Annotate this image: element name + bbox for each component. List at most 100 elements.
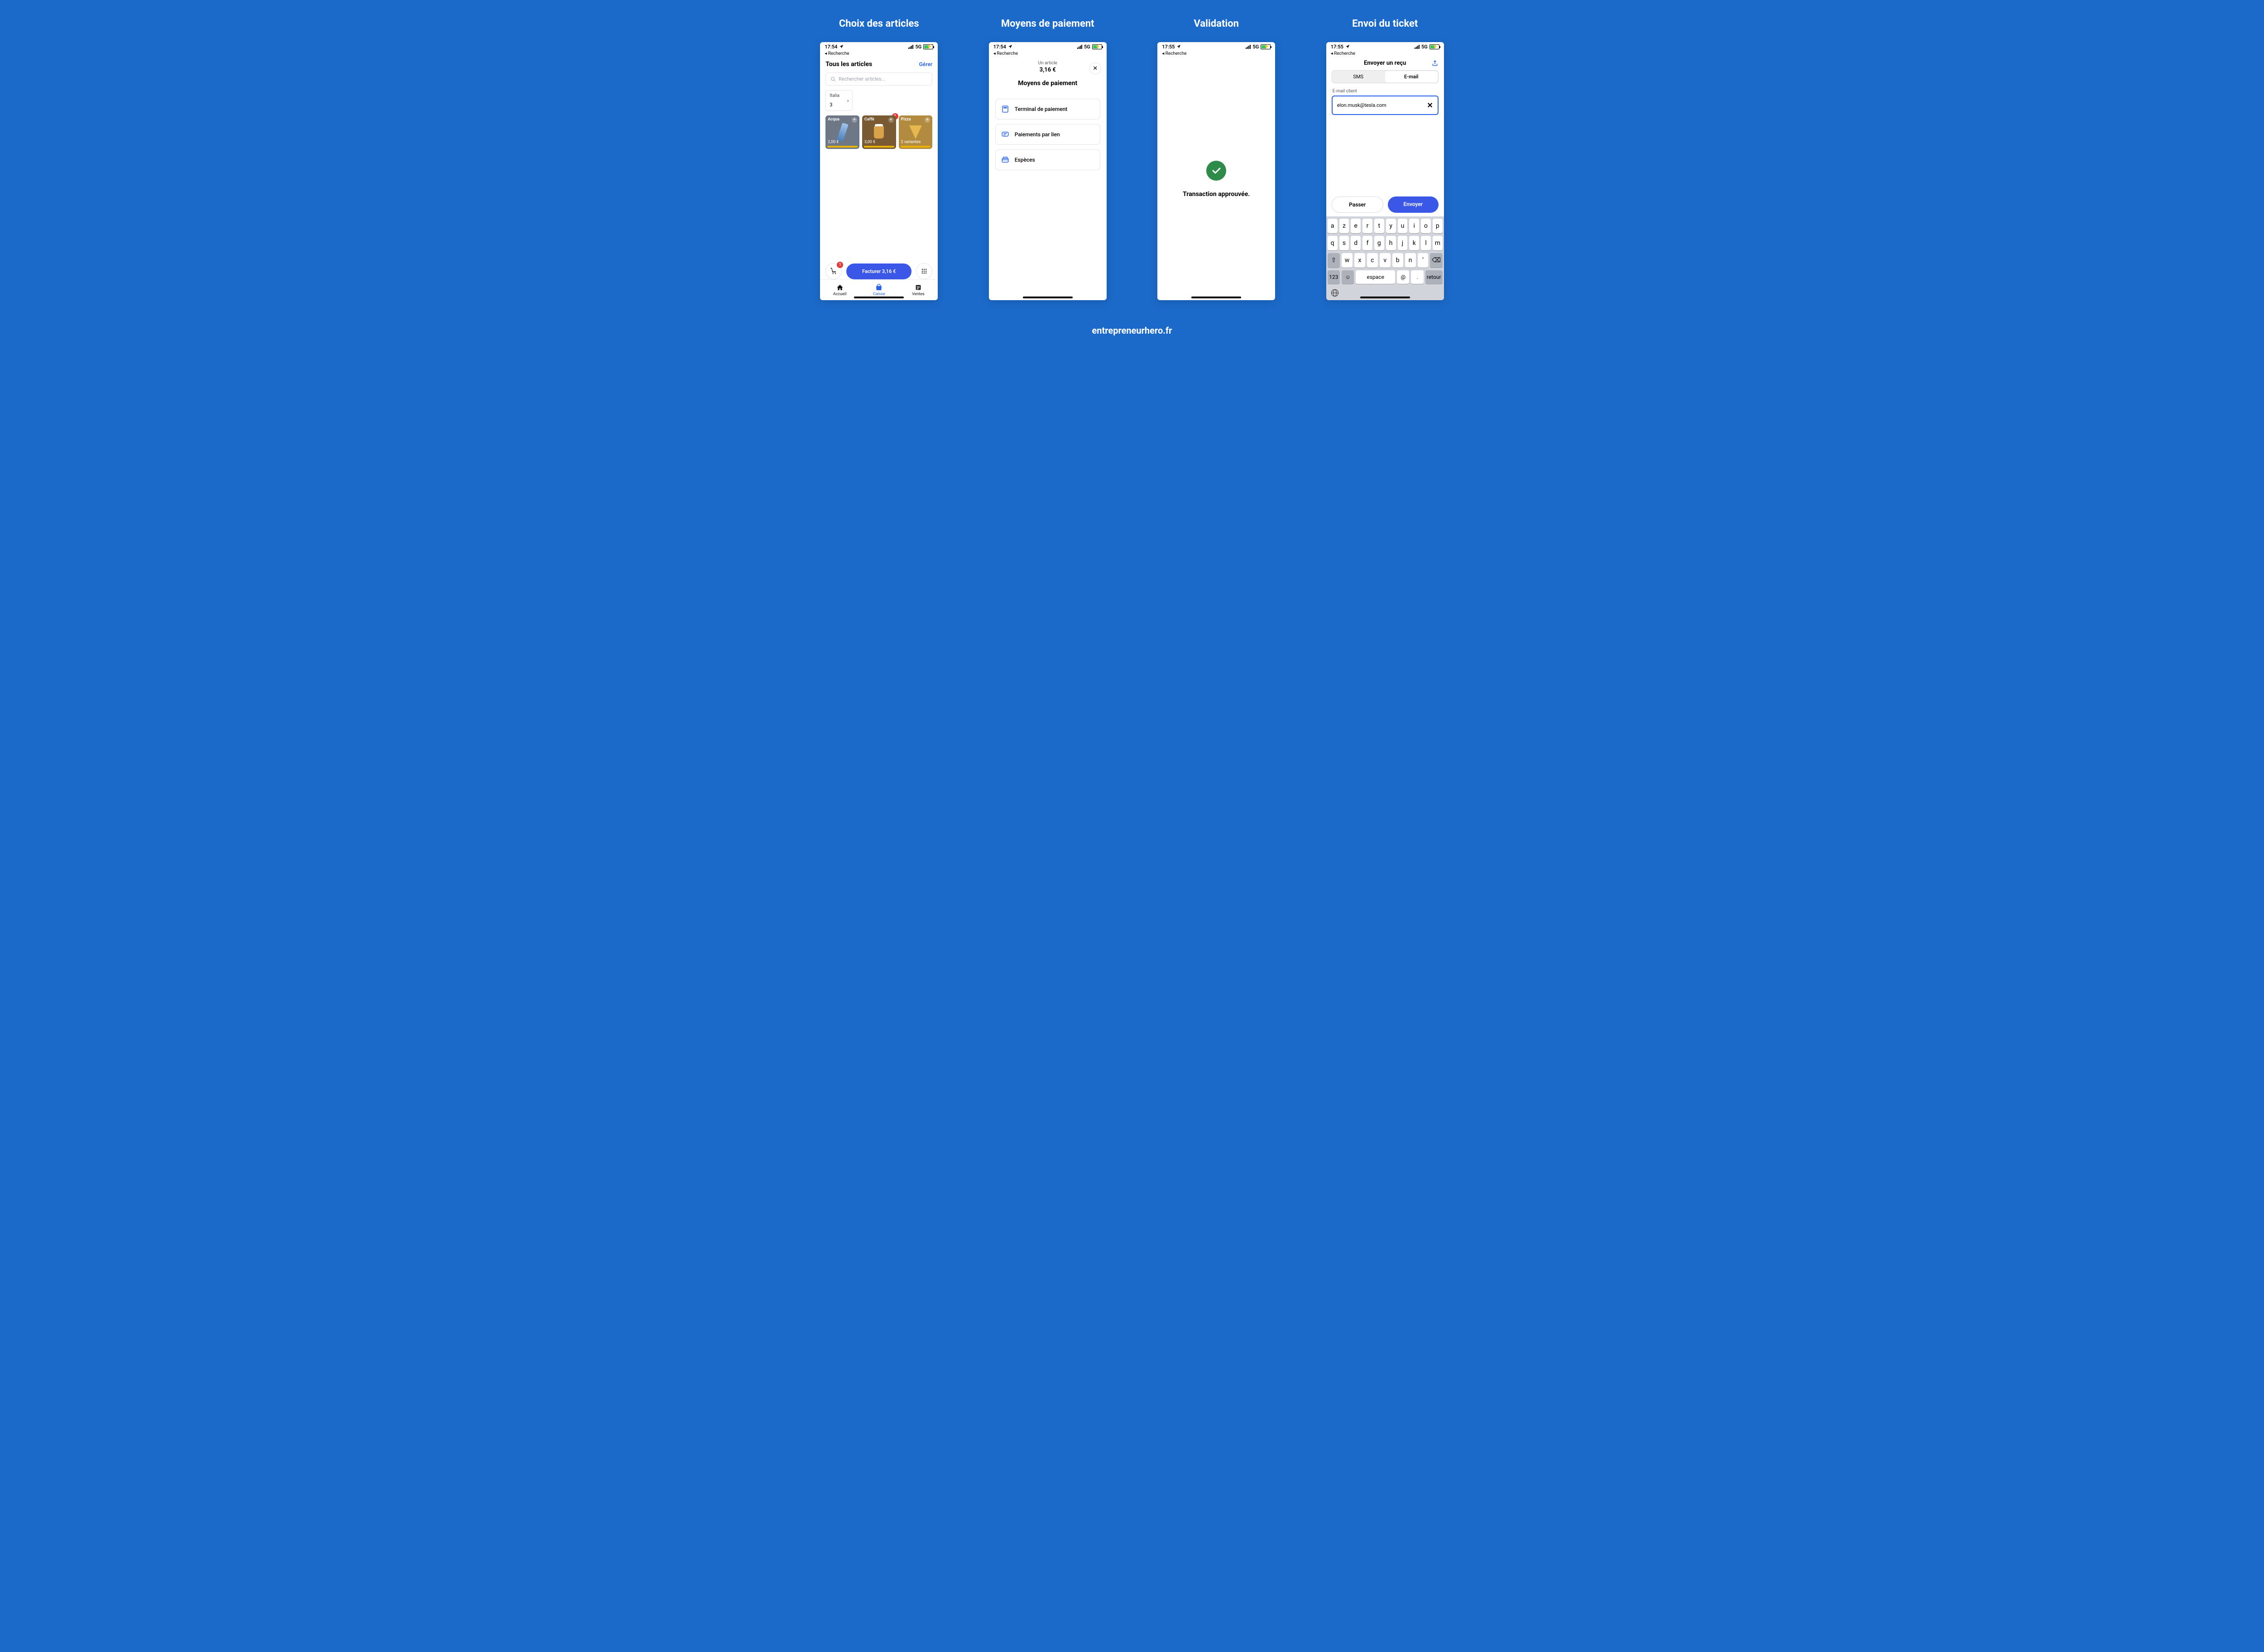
keypad-button[interactable]	[916, 263, 932, 279]
key-’[interactable]: ’	[1418, 253, 1429, 268]
tab-sales[interactable]: Ventes	[899, 280, 938, 300]
battery-icon: ⚡	[1429, 44, 1439, 49]
key-z[interactable]: z	[1339, 219, 1349, 233]
add-icon[interactable]: +	[852, 117, 857, 123]
status-time: 17:55	[1162, 44, 1175, 50]
segmented-control[interactable]: SMS E-mail	[1332, 70, 1439, 83]
keypad-icon	[921, 268, 927, 274]
product-name: Caffè	[864, 117, 874, 122]
back-to-search[interactable]: ◂ Recherche	[820, 51, 938, 58]
phone-screen-receipt: 17:55 5G ⚡ ◂ Recherche Envoyer un reçu S…	[1326, 42, 1444, 300]
key-p[interactable]: p	[1433, 219, 1443, 233]
add-icon[interactable]: +	[925, 117, 930, 123]
key-e[interactable]: e	[1351, 219, 1361, 233]
filter-label: Italia	[830, 93, 839, 98]
payment-option-terminal[interactable]: Terminal de paiement	[995, 99, 1100, 120]
amount: 3,16 €	[989, 67, 1107, 73]
network-label: 5G	[1252, 44, 1259, 50]
key-m[interactable]: m	[1433, 236, 1443, 250]
skip-button[interactable]: Passer	[1332, 196, 1383, 213]
key-a[interactable]: a	[1328, 219, 1338, 233]
key-n[interactable]: n	[1405, 253, 1416, 268]
location-icon	[839, 44, 844, 49]
globe-icon[interactable]	[1330, 288, 1339, 297]
success-check-icon	[1206, 161, 1226, 181]
key-h[interactable]: h	[1386, 236, 1396, 250]
location-icon	[1345, 44, 1350, 49]
back-to-search[interactable]: ◂ Recherche	[1326, 51, 1444, 58]
product-card-acqua[interactable]: Acqua + 2,00 €	[825, 115, 859, 149]
key-c[interactable]: c	[1367, 253, 1378, 268]
key-d[interactable]: d	[1351, 236, 1361, 250]
status-time: 17:54	[993, 44, 1006, 50]
key-j[interactable]: j	[1398, 236, 1408, 250]
key-123[interactable]: 123	[1328, 270, 1340, 284]
key-i[interactable]: i	[1409, 219, 1419, 233]
footer-credit: entrepreneurhero.fr	[14, 325, 2250, 336]
search-placeholder: Rechercher articles...	[839, 76, 885, 82]
payment-option-link[interactable]: Paiements par lien	[995, 124, 1100, 145]
home-indicator[interactable]	[1023, 297, 1073, 298]
key-w[interactable]: w	[1342, 253, 1353, 268]
share-button[interactable]	[1431, 60, 1439, 67]
key-g[interactable]: g	[1374, 236, 1384, 250]
key-t[interactable]: t	[1374, 219, 1384, 233]
email-value: elon.musk@tesla.com	[1337, 102, 1386, 108]
back-to-search[interactable]: ◂ Recherche	[989, 51, 1107, 58]
network-label: 5G	[915, 44, 921, 50]
close-button[interactable]: ✕	[1089, 62, 1101, 74]
status-bar: 17:55 5G ⚡	[1326, 42, 1444, 51]
status-time: 17:55	[1331, 44, 1343, 50]
add-icon[interactable]: +	[888, 117, 894, 123]
key-b[interactable]: b	[1392, 253, 1403, 268]
cash-icon	[1001, 156, 1009, 164]
send-button[interactable]: Envoyer	[1388, 196, 1439, 213]
key-shift[interactable]: ⇧	[1328, 253, 1340, 268]
key-r[interactable]: r	[1362, 219, 1372, 233]
email-input[interactable]: elon.musk@tesla.com ✕	[1332, 96, 1439, 115]
back-to-search[interactable]: ◂ Recherche	[1157, 51, 1275, 58]
key-backspace[interactable]: ⌫	[1430, 253, 1442, 268]
battery-icon: ⚡	[1261, 44, 1271, 49]
key-k[interactable]: k	[1409, 236, 1419, 250]
tab-home[interactable]: Accueil	[820, 280, 859, 300]
key-f[interactable]: f	[1362, 236, 1372, 250]
manage-link[interactable]: Gérer	[919, 61, 933, 67]
key-y[interactable]: y	[1386, 219, 1396, 233]
home-indicator[interactable]	[1191, 297, 1241, 298]
home-indicator[interactable]	[1360, 297, 1410, 298]
key-return[interactable]: retour	[1425, 270, 1443, 284]
water-bottle-icon	[837, 123, 849, 142]
category-filter[interactable]: Italia 3 ›	[825, 90, 853, 111]
clear-input-button[interactable]: ✕	[1427, 101, 1433, 110]
product-card-pizza[interactable]: Pizza + 2 variantes	[899, 115, 933, 149]
key-dot[interactable]: .	[1411, 270, 1423, 284]
key-s[interactable]: s	[1339, 236, 1349, 250]
signal-icon	[1077, 45, 1082, 49]
key-space[interactable]: espace	[1356, 270, 1395, 284]
key-q[interactable]: q	[1328, 236, 1338, 250]
segment-email[interactable]: E-mail	[1385, 71, 1438, 82]
tab-label: Ventes	[912, 292, 925, 297]
key-l[interactable]: l	[1421, 236, 1431, 250]
payment-option-cash[interactable]: Espèces	[995, 149, 1100, 170]
articles-title: Tous les articles	[825, 61, 872, 68]
cart-button[interactable]: 1	[825, 263, 842, 279]
key-u[interactable]: u	[1398, 219, 1408, 233]
cart-icon	[830, 268, 837, 275]
key-at[interactable]: @	[1397, 270, 1409, 284]
segment-sms[interactable]: SMS	[1332, 71, 1385, 82]
key-emoji[interactable]: ☺	[1342, 270, 1354, 284]
close-icon: ✕	[1093, 65, 1098, 72]
home-indicator[interactable]	[854, 297, 904, 298]
location-icon	[1008, 44, 1012, 49]
key-x[interactable]: x	[1354, 253, 1365, 268]
bill-button[interactable]: Facturer 3,16 €	[846, 263, 911, 279]
product-card-caffe[interactable]: Caffè + 3,00 €	[862, 115, 896, 149]
keyboard[interactable]: azertyuiop qsdfghjklm ⇧ wxcvbn’ ⌫ 123 ☺ …	[1326, 216, 1444, 300]
key-v[interactable]: v	[1380, 253, 1391, 268]
search-input[interactable]: Rechercher articles...	[825, 72, 932, 86]
key-o[interactable]: o	[1421, 219, 1431, 233]
tab-label: Accueil	[833, 292, 846, 297]
product-price: 3,00 €	[864, 140, 875, 144]
